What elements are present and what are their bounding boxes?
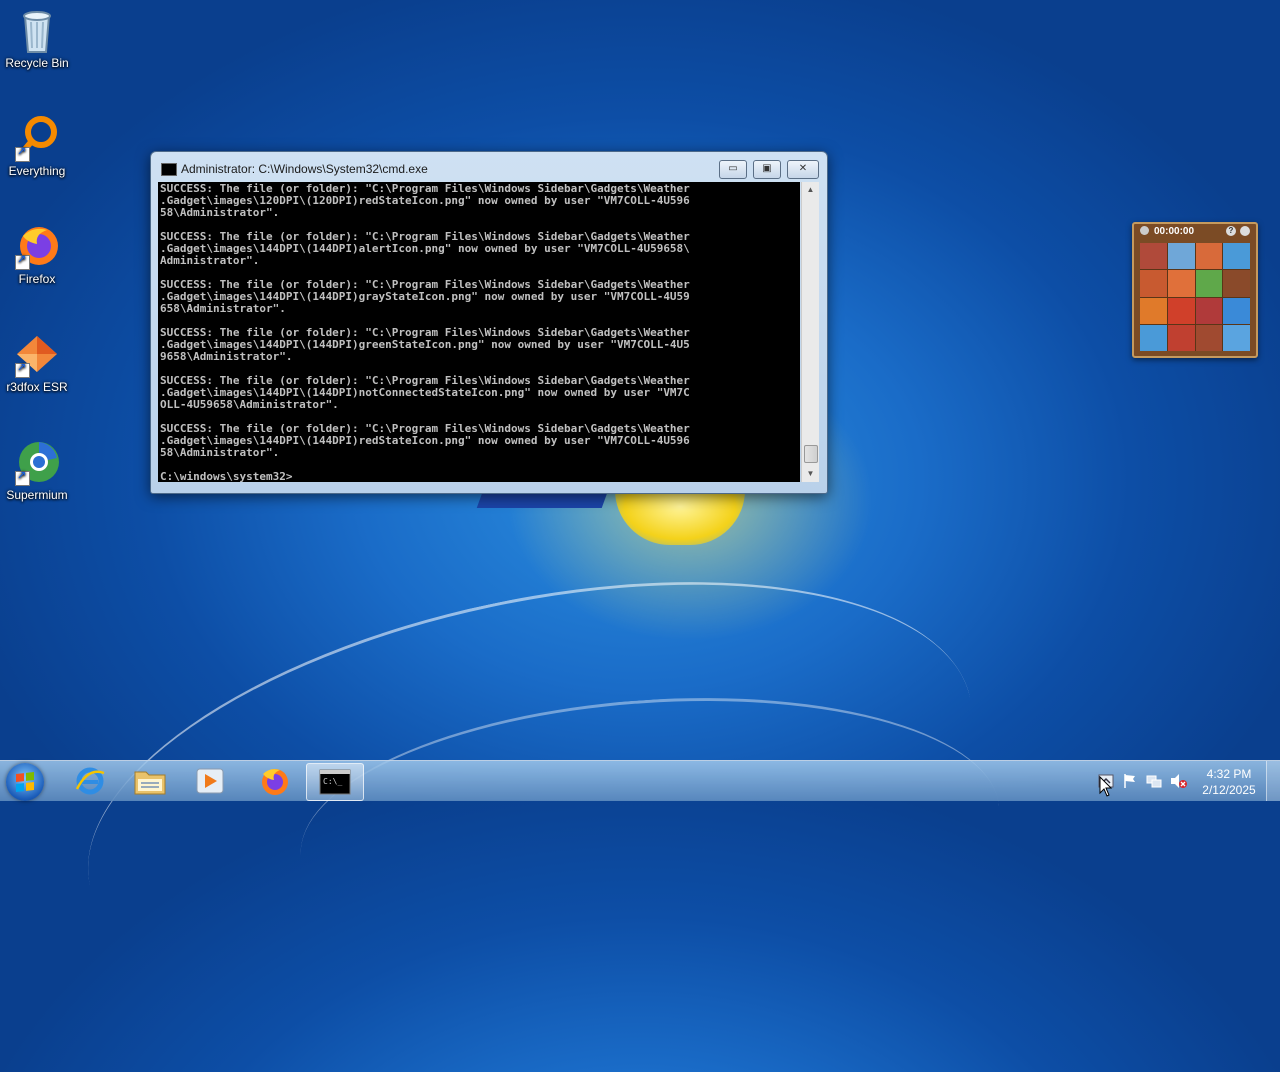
puzzle-tile[interactable] [1167,297,1195,324]
puzzle-tile[interactable] [1140,297,1167,324]
puzzle-tile[interactable] [1223,297,1250,324]
puzzle-tile[interactable] [1195,243,1223,270]
r3dfox-icon [13,330,61,378]
scroll-up-arrow-icon[interactable]: ▲ [802,182,819,198]
gadget-options-icon[interactable] [1240,226,1250,236]
puzzle-tile[interactable] [1167,324,1195,351]
firefox-icon [13,222,61,270]
clock-date: 2/12/2025 [1202,783,1256,797]
desktop-icon-label: Supermium [6,488,68,502]
puzzle-tile[interactable] [1195,297,1223,324]
taskbar-command-prompt[interactable]: C:\_ [306,763,364,801]
cmd-output: SUCCESS: The file (or folder): "C:\Progr… [160,182,690,483]
maximize-button[interactable]: ▣ [753,160,781,179]
taskbar-clock[interactable]: 4:32 PM 2/12/2025 [1196,766,1262,798]
cmd-console[interactable]: SUCCESS: The file (or folder): "C:\Progr… [158,182,800,482]
internet-explorer-icon [75,767,105,795]
shortcut-arrow-icon [15,253,30,270]
desktop-icon-firefox[interactable]: Firefox [0,216,74,286]
desktop-icon-label: Firefox [18,272,56,286]
desktop-icon-everything[interactable]: Everything [0,108,74,178]
supermium-icon [13,438,61,486]
puzzle-tile[interactable] [1223,270,1250,297]
puzzle-tile[interactable] [1195,270,1223,297]
mouse-cursor-icon [1099,776,1113,797]
show-desktop-button[interactable] [1266,761,1280,801]
taskbar-media-player[interactable] [182,763,238,799]
close-button[interactable]: ✕ [787,160,819,179]
windows-start-icon [16,772,34,792]
recycle-bin-icon [13,6,61,54]
scroll-down-arrow-icon[interactable]: ▼ [802,466,819,482]
desktop-icon-recycle-bin[interactable]: Recycle Bin [0,0,74,70]
help-button[interactable]: ? [1226,226,1236,236]
media-player-icon [196,768,224,794]
volume-muted-icon[interactable] [1170,773,1187,789]
desktop-icon-label: Recycle Bin [5,56,69,70]
desktop-icon-r3dfox[interactable]: r3dfox ESR [0,324,74,394]
gadget-timer: 00:00:00 [1154,226,1195,237]
firefox-icon [262,769,288,795]
everything-search-icon [13,114,61,162]
minimize-button[interactable]: ▭ [719,160,747,179]
vertical-scrollbar[interactable]: ▲ ▼ [801,182,819,482]
shortcut-arrow-icon [15,469,30,486]
puzzle-tile[interactable] [1140,243,1167,270]
puzzle-grid[interactable] [1140,243,1250,351]
desktop[interactable]: Recycle Bin Everything Firefox r3dfox ES… [0,0,1280,1072]
puzzle-tile[interactable] [1223,324,1250,351]
taskbar-file-explorer[interactable] [122,763,178,799]
svg-text:C:\_: C:\_ [323,777,342,786]
network-icon[interactable] [1146,773,1162,789]
action-center-flag-icon[interactable] [1122,773,1138,789]
puzzle-tile[interactable] [1140,270,1167,297]
puzzle-tile[interactable] [1223,243,1250,270]
scrollbar-thumb[interactable] [804,445,818,463]
desktop-icon-label: Everything [8,164,66,178]
desktop-icon-supermium[interactable]: Supermium [0,432,74,502]
taskbar-internet-explorer[interactable] [62,763,118,799]
puzzle-gadget[interactable]: 00:00:00 ? [1132,222,1258,358]
timer-icon[interactable] [1140,226,1149,235]
taskbar-firefox[interactable] [246,763,302,799]
start-button[interactable] [6,763,44,801]
puzzle-tile[interactable] [1140,324,1167,351]
cmd-titlebar[interactable]: Administrator: C:\Windows\System32\cmd.e… [151,152,827,182]
shortcut-arrow-icon [15,145,30,162]
file-explorer-icon [134,771,166,795]
taskbar: C:\_ 4:32 PM 2/12/2025 [0,760,1280,801]
command-prompt-icon: C:\_ [319,769,351,795]
puzzle-tile[interactable] [1195,324,1223,351]
shortcut-arrow-icon [15,361,30,378]
puzzle-tile[interactable] [1167,270,1195,297]
gadget-header: 00:00:00 ? [1134,224,1256,240]
clock-time: 4:32 PM [1206,767,1252,781]
desktop-icon-label: r3dfox ESR [6,380,68,394]
cmd-window[interactable]: Administrator: C:\Windows\System32\cmd.e… [150,151,828,494]
wallpaper-logo-glow [615,490,745,545]
cmd-window-icon [161,163,177,176]
puzzle-tile[interactable] [1167,243,1195,270]
cmd-window-title: Administrator: C:\Windows\System32\cmd.e… [181,162,428,176]
